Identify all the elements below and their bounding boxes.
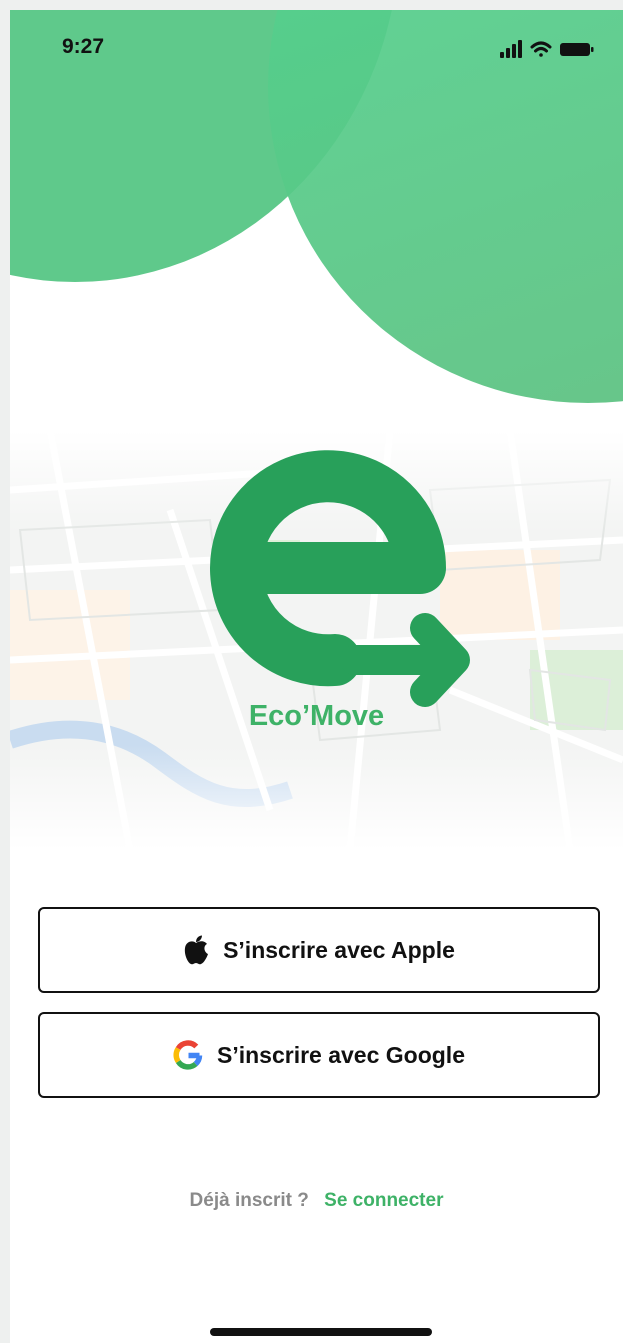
google-logo-icon [173, 1040, 203, 1070]
app-name: Eco’Move [248, 700, 385, 732]
battery-icon [560, 43, 594, 56]
status-bar: 9:27 [10, 10, 623, 80]
status-icons [500, 38, 600, 64]
signup-google-label: S’inscrire avec Google [216, 1041, 465, 1068]
eco-move-logo-icon [210, 450, 470, 707]
wifi-icon [530, 41, 552, 57]
signup-apple-button[interactable]: S’inscrire avec Apple [38, 907, 600, 993]
signup-google-button[interactable]: S’inscrire avec Google [38, 1012, 600, 1098]
status-time: 9:27 [62, 35, 105, 58]
login-link[interactable]: Se connecter [324, 1190, 443, 1211]
signup-screen: 9:27 Eco’Move S’inscrire avec Apple S’in… [10, 10, 623, 1343]
signup-apple-label: S’inscrire avec Apple [223, 936, 455, 963]
login-prompt: Déjà inscrit ? Se connecter [10, 1190, 623, 1212]
cellular-signal-icon [500, 40, 522, 58]
already-registered-text: Déjà inscrit ? [189, 1190, 309, 1211]
apple-logo-icon [184, 935, 209, 965]
home-indicator[interactable] [210, 1328, 432, 1336]
